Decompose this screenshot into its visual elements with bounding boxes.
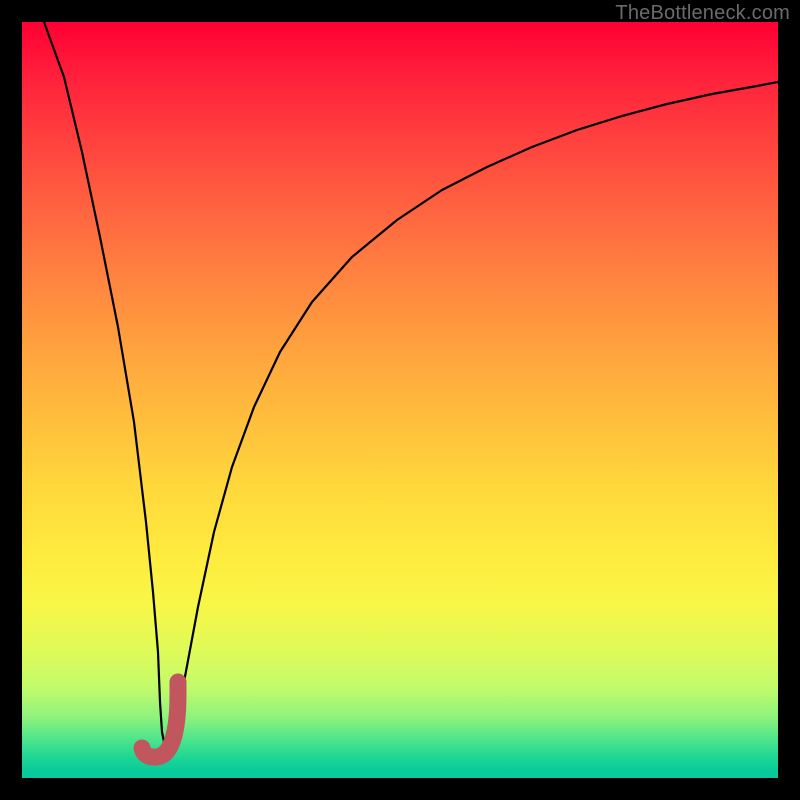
bottleneck-curve xyxy=(44,22,778,750)
attribution-text: TheBottleneck.com xyxy=(615,2,790,25)
chart-svg xyxy=(22,22,778,778)
chart-frame: TheBottleneck.com xyxy=(0,0,800,800)
plot-area xyxy=(22,22,778,778)
